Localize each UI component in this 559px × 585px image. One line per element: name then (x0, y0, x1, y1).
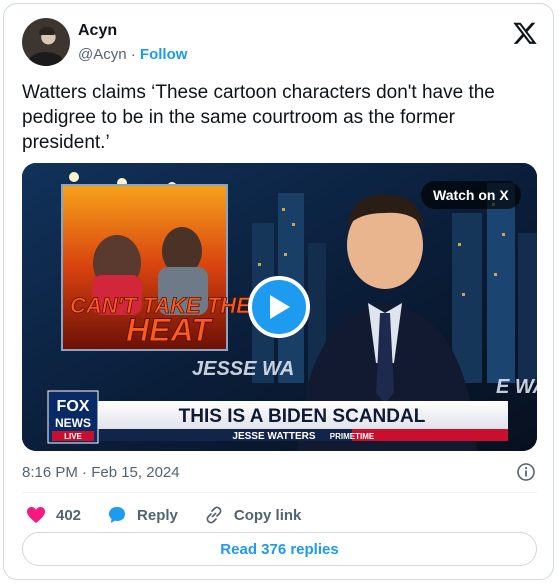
heart-icon (27, 507, 45, 523)
video-media[interactable]: CAN'T TAKE THE HEAT JESSE WA E WA THIS I… (22, 163, 537, 451)
info-icon[interactable] (516, 462, 536, 482)
set-text-left: JESSE WA (192, 358, 294, 380)
watch-on-x-label: Watch on X (433, 187, 509, 203)
avatar-shoulders (28, 52, 64, 66)
set-text-right: E WA (496, 376, 537, 398)
link-icon (206, 506, 222, 524)
author-handle-row: @Acyn · Follow (78, 46, 187, 63)
follow-button[interactable]: Follow (140, 46, 188, 63)
network-logo-tag: LIVE (64, 432, 82, 441)
reply-bubble-icon (109, 507, 126, 523)
reply-label: Reply (137, 506, 178, 524)
like-button[interactable]: 402 (26, 506, 81, 524)
avatar[interactable] (22, 18, 70, 66)
play-button[interactable] (248, 276, 310, 338)
network-logo-line1: FOX (57, 398, 90, 415)
handle-separator: · (130, 46, 136, 63)
like-count: 402 (56, 506, 82, 524)
avatar-hair (39, 27, 55, 35)
action-bar: 402 Reply Copy link (26, 504, 327, 526)
copy-link-label: Copy link (233, 506, 302, 524)
read-replies-label: Read 376 replies (220, 540, 339, 558)
lower-third-show: JESSE WATTERS (232, 431, 315, 442)
inset-caption-line2: HEAT (126, 312, 213, 348)
watch-on-x-button[interactable]: Watch on X (421, 181, 521, 209)
tweet-text: Watters claims ‘These cartoon characters… (22, 82, 495, 153)
copy-link-button[interactable]: Copy link (204, 505, 302, 525)
network-logo-line2: NEWS (55, 416, 91, 430)
author-handle[interactable]: @Acyn (78, 46, 127, 63)
tweet-timestamp[interactable]: 8:16 PM · Feb 15, 2024 (22, 464, 180, 481)
author-name[interactable]: Acyn (78, 22, 117, 40)
reply-button[interactable]: Reply (107, 505, 178, 525)
read-replies-button[interactable]: Read 376 replies (22, 532, 537, 566)
tweet-card: Acyn @Acyn · Follow Watters claims ‘Thes… (3, 3, 554, 580)
divider (22, 492, 537, 493)
lower-third-headline: THIS IS A BIDEN SCANDAL (179, 406, 426, 427)
lower-third-tag: PRIMETIME (330, 432, 375, 441)
play-icon (270, 295, 290, 319)
x-logo-icon[interactable] (512, 20, 538, 46)
